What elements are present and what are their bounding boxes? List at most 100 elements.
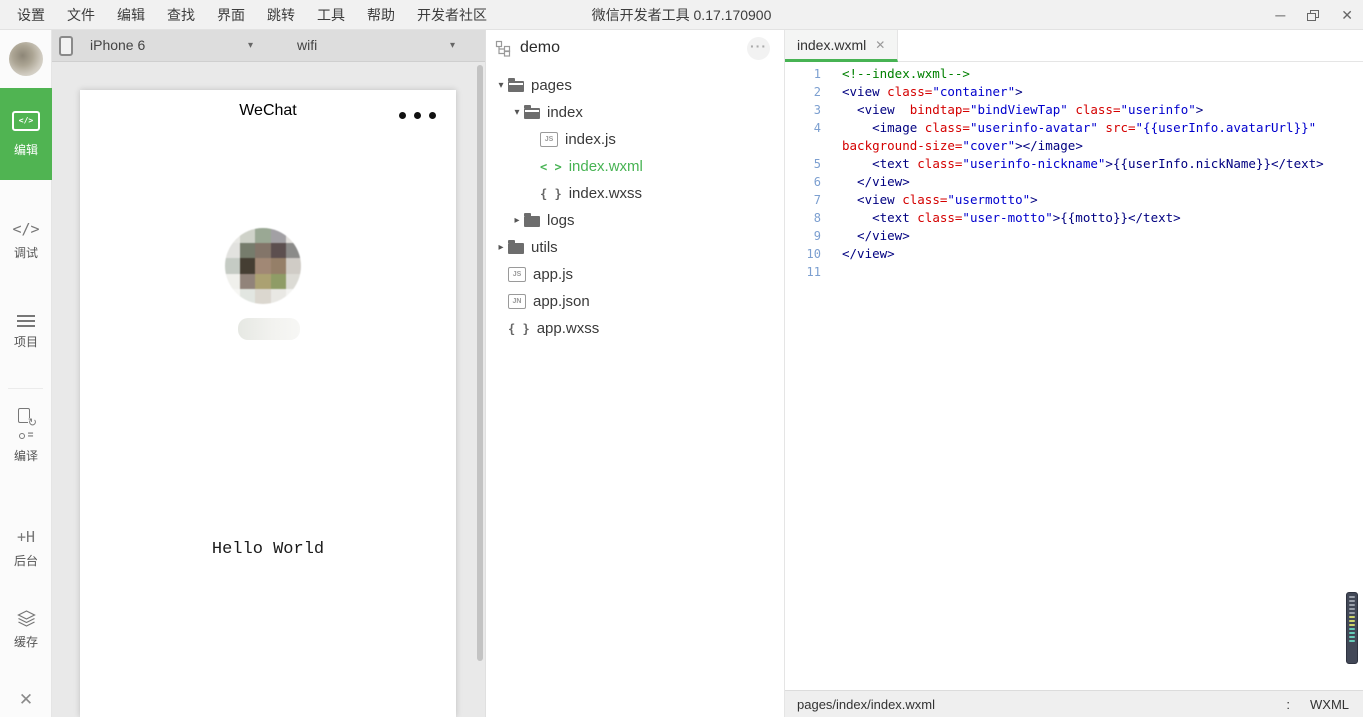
menu-item-1[interactable]: 设置 (6, 0, 56, 30)
chevron-down-icon[interactable]: ▾ (510, 107, 524, 118)
code-line: background-size="cover"></image> (785, 137, 1363, 155)
tree-item-label: utils (531, 239, 558, 256)
tree-item-label: index.wxml (569, 158, 643, 175)
folder-icon (524, 216, 540, 227)
sidebar-item-debug[interactable]: </> 调试 (0, 220, 52, 261)
sidebar-item-project[interactable]: 项目 (0, 315, 52, 350)
code-lines: 1<!--index.wxml-->2<view class="containe… (785, 65, 1363, 281)
menu-item-7[interactable]: 工具 (306, 0, 356, 30)
network-select[interactable]: wifi (297, 30, 317, 61)
background-icon: +H (17, 528, 35, 546)
code-line: 4 <image class="userinfo-avatar" src="{{… (785, 119, 1363, 137)
chevron-down-icon[interactable]: ▾ (450, 30, 455, 61)
code-line: 7 <view class="usermotto"> (785, 191, 1363, 209)
sidebar-item-edit[interactable]: </> 编辑 (0, 88, 52, 180)
code-line: 10</view> (785, 245, 1363, 263)
tree-item-index-wxss[interactable]: { }index.wxss (486, 180, 784, 207)
code-text: </view> (821, 173, 910, 191)
tree-item-label: app.wxss (537, 320, 600, 337)
more-menu-icon[interactable] (399, 112, 436, 119)
tree-item-app-wxss[interactable]: { } app.wxss (486, 315, 784, 342)
tree-item-label: app.js (533, 266, 573, 283)
code-icon: </> (12, 220, 39, 238)
line-number: 5 (785, 155, 821, 173)
tab-close-icon[interactable]: ✕ (875, 38, 885, 52)
simulator-toolbar: iPhone 6 ▾ wifi ▾ (52, 30, 485, 62)
left-sidebar: </> 编辑 </> 调试 项目 ↻ = 编译 +H 后台 缓存 ✕ (0, 30, 52, 717)
wxss-file-icon: { } (540, 187, 562, 201)
minimize-icon[interactable]: ─ (1275, 0, 1285, 30)
sidebar-item-label: 缓存 (14, 633, 38, 650)
user-avatar[interactable] (9, 42, 43, 76)
code-text: </view> (821, 245, 895, 263)
scrollbar-thumb[interactable] (477, 65, 483, 661)
menu-item-8[interactable]: 帮助 (356, 0, 406, 30)
tree-structure-icon (495, 40, 512, 57)
tab-index-wxml[interactable]: index.wxml ✕ (785, 30, 898, 62)
tree-item-app-js[interactable]: JS app.js (486, 261, 784, 288)
tree-item-utils[interactable]: ▸ utils (486, 234, 784, 261)
window-close-icon[interactable]: ✕ (1341, 0, 1353, 30)
tree-item-index-wxml[interactable]: < >index.wxml (486, 153, 784, 180)
menu-item-3[interactable]: 编辑 (106, 0, 156, 30)
sidebar-item-background[interactable]: +H 后台 (0, 528, 52, 569)
project-more-button[interactable]: ··· (747, 37, 770, 60)
language-mode[interactable]: WXML (1310, 697, 1349, 712)
tree-item-app-json[interactable]: JNapp.json (486, 288, 784, 315)
simulator-panel: iPhone 6 ▾ wifi ▾ WeChat Hello World (52, 30, 485, 717)
code-line: 9 </view> (785, 227, 1363, 245)
chevron-down-icon[interactable]: ▾ (494, 80, 508, 91)
line-number: 9 (785, 227, 821, 245)
line-number: 6 (785, 173, 821, 191)
tab-label: index.wxml (797, 37, 866, 53)
code-text (821, 263, 842, 281)
device-select[interactable]: iPhone 6 (90, 30, 145, 61)
tree-item-label: pages (531, 77, 572, 94)
code-line: 3 <view bindtap="bindViewTap" class="use… (785, 101, 1363, 119)
tree-item-label: index (547, 104, 583, 121)
menu-item-5[interactable]: 界面 (206, 0, 256, 30)
menu-item-6[interactable]: 跳转 (256, 0, 306, 30)
minimap-color-widget (1346, 592, 1358, 664)
json-file-icon: JN (508, 294, 526, 309)
code-line: 5 <text class="userinfo-nickname">{{user… (785, 155, 1363, 173)
user-nickname-blurred (238, 318, 300, 340)
tree-item-pages[interactable]: ▾ pages (486, 72, 784, 99)
code-editor[interactable]: 1<!--index.wxml-->2<view class="containe… (785, 62, 1363, 690)
sidebar-item-label: 编译 (14, 447, 38, 464)
tree-item-logs[interactable]: ▸logs (486, 207, 784, 234)
js-file-icon: JS (508, 267, 526, 282)
line-number: 4 (785, 119, 821, 137)
code-text: </view> (821, 227, 910, 245)
simulator-scrollbar[interactable] (477, 63, 483, 717)
menu-item-4[interactable]: 查找 (156, 0, 206, 30)
sidebar-item-label: 编辑 (14, 141, 38, 158)
menu-item-9[interactable]: 开发者社区 (406, 0, 498, 30)
phone-screen: WeChat Hello World (80, 90, 456, 717)
list-icon (17, 315, 35, 327)
file-path: pages/index/index.wxml (797, 697, 1286, 712)
menu-item-2[interactable]: 文件 (56, 0, 106, 30)
restore-icon[interactable] (1307, 10, 1319, 21)
file-tree: ▾pages▾indexJSindex.js< >index.wxml{ }in… (486, 72, 784, 342)
tree-item-index-js[interactable]: JSindex.js (486, 126, 784, 153)
chevron-right-icon[interactable]: ▸ (510, 215, 524, 226)
line-number: 11 (785, 263, 821, 281)
chevron-right-icon[interactable]: ▸ (494, 242, 508, 253)
chevron-down-icon[interactable]: ▾ (248, 30, 253, 61)
user-avatar-image[interactable] (225, 228, 301, 304)
sidebar-close-icon[interactable]: ✕ (0, 690, 52, 710)
line-number: 2 (785, 83, 821, 101)
sidebar-item-cache[interactable]: 缓存 (0, 610, 52, 650)
folder-icon (508, 243, 524, 254)
compile-icon: ↻ (18, 408, 34, 426)
window-controls: ─ ✕ (1275, 0, 1353, 30)
line-number: 3 (785, 101, 821, 119)
tree-item-label: index.js (565, 131, 616, 148)
title-bar: 设置文件编辑查找界面跳转工具帮助开发者社区 微信开发者工具 0.17.17090… (0, 0, 1363, 30)
editor-status-bar: pages/index/index.wxml : WXML (785, 690, 1363, 717)
tree-item-index[interactable]: ▾ index (486, 99, 784, 126)
sidebar-item-compile[interactable]: ↻ = 编译 (0, 408, 52, 464)
wxss-file-icon: { } (508, 322, 530, 336)
phone-icon[interactable] (59, 36, 73, 56)
